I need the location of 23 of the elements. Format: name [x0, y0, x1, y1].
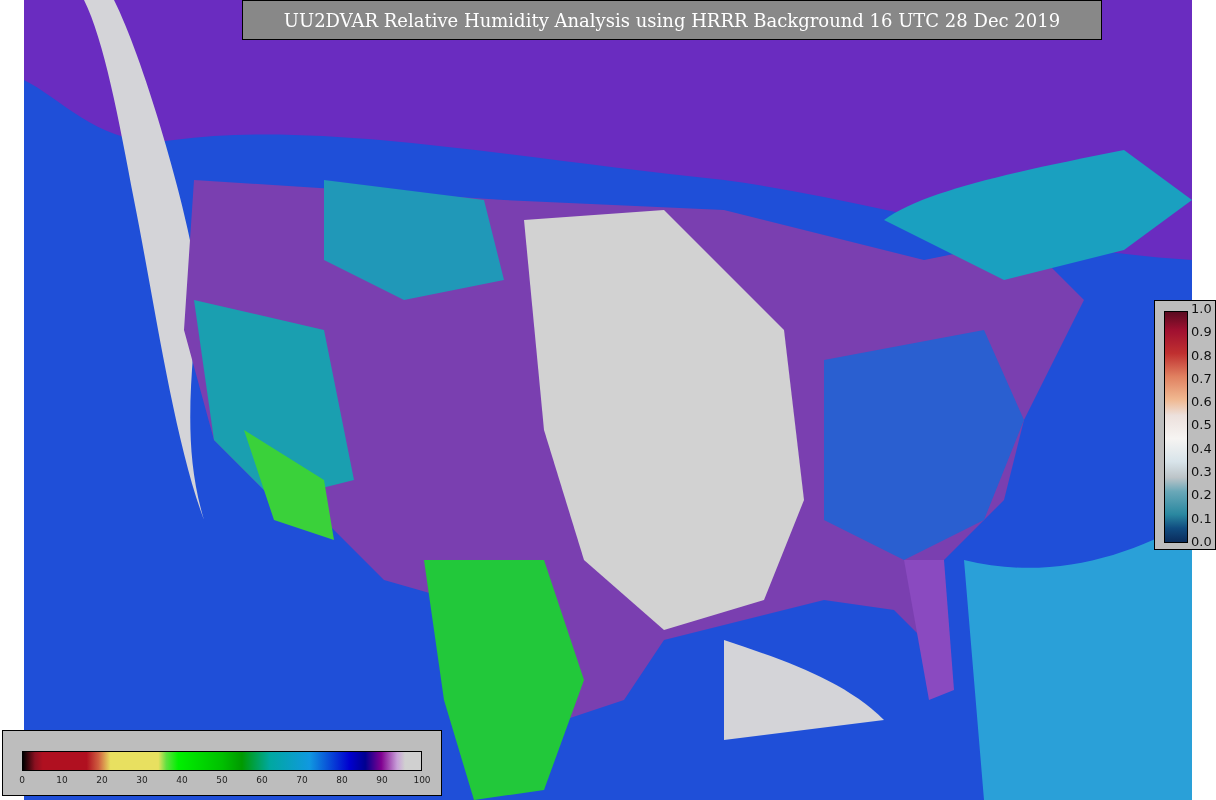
colorbar-tick-label: 30 [136, 775, 148, 785]
colorbar-tick-label: 0.4 [1191, 440, 1212, 456]
colorbar-tick-label: 0.9 [1191, 324, 1212, 340]
colorbar-tick-label: 10 [56, 775, 68, 785]
colorbar-tick-label: 50 [216, 775, 228, 785]
colorbar-tick-label: 0.1 [1191, 510, 1212, 526]
colorbar-tick-label: 0.6 [1191, 394, 1212, 410]
colorbar-tick-label: 40 [176, 775, 188, 785]
colorbar-tick-label: 0 [19, 775, 25, 785]
colorbar-tick-label: 0.2 [1191, 487, 1212, 503]
colorbar-tick-label: 20 [96, 775, 108, 785]
colorbar-tick-label: 70 [296, 775, 308, 785]
colorbar-tick-label: 90 [376, 775, 388, 785]
colorbar-tick-label: 0.0 [1191, 533, 1212, 549]
colorbar-tick-label: 100 [413, 775, 431, 785]
colorbar-tick-label: 80 [336, 775, 348, 785]
colorbar-tick-label: 0.3 [1191, 464, 1212, 480]
colorbar-tick-label: 0.7 [1191, 370, 1212, 386]
colorbar-tick-label: 60 [256, 775, 268, 785]
colorbar-tick-label: 0.5 [1191, 417, 1212, 433]
colorbar-tick-label: 0.8 [1191, 347, 1212, 363]
colorbar-tick-label: 1.0 [1191, 301, 1212, 316]
map-title: UU2DVAR Relative Humidity Analysis using HRRR Background 16 UTC 28 Dec 2019 [242, 0, 1102, 40]
